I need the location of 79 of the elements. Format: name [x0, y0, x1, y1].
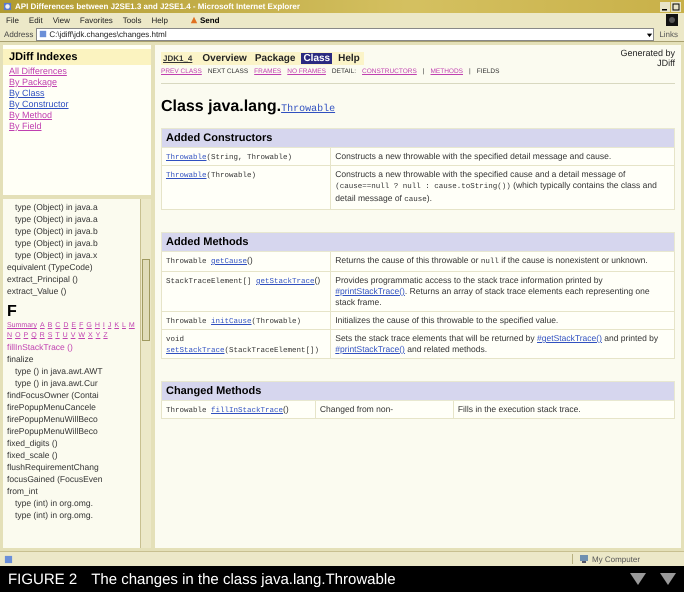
links-button[interactable]: Links — [657, 30, 680, 38]
index-link[interactable]: By Class — [3, 88, 151, 99]
index-entry[interactable]: flushRequirementChang — [7, 461, 140, 473]
triangle-icon — [660, 573, 676, 585]
description-text: Changed from non- — [320, 404, 394, 415]
zone-text: My Computer — [592, 554, 640, 564]
method-link[interactable]: #printStackTrace() — [335, 286, 405, 296]
class-link[interactable]: Throwable — [281, 104, 336, 115]
description-text: Initializes the cause of this throwable to the specified value. — [335, 315, 560, 326]
index-entry[interactable]: type (Object) in java.x — [7, 249, 140, 261]
computer-icon — [578, 554, 589, 564]
menu-item[interactable]: Favorites — [80, 16, 113, 24]
index-entry[interactable]: fixed_digits () — [7, 437, 140, 449]
caption-text: The changes in the class java.lang.Throwable — [91, 570, 396, 588]
scrollbar[interactable] — [140, 199, 151, 548]
index-entry[interactable]: type (Object) in java.b — [7, 225, 140, 237]
index-entry[interactable]: extract_Principal () — [7, 273, 140, 285]
index-link[interactable]: By Constructor — [3, 99, 151, 110]
generated-by-text: Generated by JDiff — [619, 48, 675, 70]
nav-tab[interactable]: Overview — [200, 53, 249, 64]
nav-link[interactable]: JDK1_4 — [163, 54, 192, 63]
index-title: JDiff Indexes — [3, 49, 151, 65]
index-entry[interactable]: finalize — [7, 353, 140, 365]
index-link[interactable]: By Package — [3, 77, 151, 88]
index-entry[interactable]: firePopupMenuCancele — [7, 401, 140, 413]
menu-item[interactable]: Help — [151, 16, 168, 24]
table-header: Added Methods — [162, 232, 674, 252]
page-icon — [39, 30, 48, 38]
address-field[interactable]: C:\jdiff\jdk.changes\changes.html — [36, 28, 654, 40]
send-icon — [190, 16, 198, 24]
method-link[interactable]: #printStackTrace() — [335, 344, 405, 354]
address-label: Address — [4, 30, 34, 38]
index-entry[interactable]: type () in java.awt.Cur — [7, 377, 140, 389]
index-entry[interactable]: type (Object) in java.a — [7, 213, 140, 225]
table-header: Changed Methods — [162, 382, 674, 400]
window-title: API Differences between J2SE1.3 and J2SE1.4 - Microsoft Internet Explorer — [15, 2, 300, 11]
index-entry[interactable]: focusGained (FocusEven — [7, 473, 140, 485]
method-link[interactable]: #getStackTrace() — [537, 333, 602, 343]
menu-item[interactable]: Edit — [28, 16, 43, 24]
index-entry[interactable]: firePopupMenuWillBeco — [7, 425, 140, 437]
index-entry[interactable]: extract_Value () — [7, 285, 140, 297]
nav-tab[interactable]: Class — [301, 53, 332, 64]
table-header: Added Constructors — [162, 128, 674, 148]
class-heading: Class java.lang. — [161, 98, 282, 116]
nav-tab[interactable]: Package — [252, 53, 298, 64]
description-text: Provides programmatic access to the stack trace information printed by #printStackTrace(). Returns an array of stack trace elements each representing one stack frame. — [335, 275, 651, 308]
index-entry[interactable]: fillInStackTrace () — [7, 341, 140, 353]
maximize-icon[interactable] — [671, 2, 681, 12]
index-link[interactable]: All Differences — [3, 66, 151, 77]
index-link[interactable]: By Method — [3, 110, 151, 121]
index-entry[interactable]: findFocusOwner (Contai — [7, 389, 140, 401]
figure-label: FIGURE 2 — [8, 570, 78, 588]
menu-item[interactable]: Tools — [122, 16, 142, 24]
index-entry[interactable]: type (Object) in java.b — [7, 237, 140, 249]
parentheses-text: () — [247, 255, 253, 265]
parentheses-text: () — [283, 404, 289, 414]
index-entry[interactable]: type (int) in org.omg. — [7, 497, 140, 509]
index-entry[interactable]: firePopupMenuWillBeco — [7, 413, 140, 425]
browser-logo-icon — [666, 14, 678, 26]
index-entry[interactable]: type (int) in org.omg. — [7, 509, 140, 521]
send-button[interactable]: Send — [190, 16, 220, 24]
index-entry[interactable]: fixed_scale () — [7, 449, 140, 461]
index-link[interactable]: By Field — [3, 121, 151, 132]
page-icon — [4, 554, 13, 564]
browser-icon — [3, 2, 12, 11]
letter-heading: F — [7, 303, 17, 320]
index-entry[interactable]: from_int — [7, 485, 140, 497]
index-entry[interactable]: equivalent (TypeCode) — [7, 261, 140, 273]
description-text: Sets the stack trace elements that will be returned by #getStackTrace() and printed by #printStackTrace() and related methods. — [335, 333, 660, 355]
menu-item[interactable]: View — [52, 16, 70, 24]
index-entry[interactable]: type (Object) in java.a — [7, 201, 140, 213]
triangle-icon — [630, 573, 646, 585]
description-text: Fills in the execution stack trace. — [458, 404, 582, 415]
minimize-icon[interactable] — [660, 2, 670, 12]
index-entry[interactable]: type () in java.awt.AWT — [7, 365, 140, 377]
parentheses-text: () — [314, 275, 320, 285]
nav-tab[interactable]: Help — [336, 53, 362, 64]
description-text: Constructs a new throwable with the specified detail message and cause. — [335, 151, 612, 162]
menu-item[interactable]: File — [6, 16, 19, 24]
